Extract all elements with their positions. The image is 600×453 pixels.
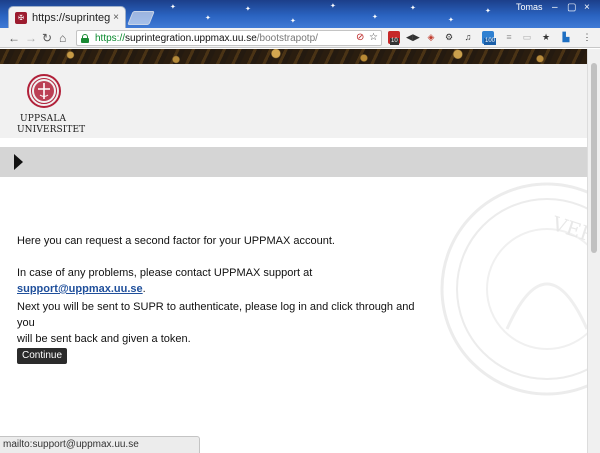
profile-name[interactable]: Tomas bbox=[516, 2, 543, 12]
support-text-suffix: . bbox=[142, 283, 146, 295]
page-scrollbar[interactable] bbox=[587, 49, 600, 453]
support-text-prefix: In case of any problems, please contact … bbox=[17, 267, 313, 279]
lines-icon[interactable]: ≡ bbox=[503, 31, 515, 44]
scrollbar-thumb[interactable] bbox=[591, 63, 597, 253]
url-host: suprintegration.uppmax.uu.se bbox=[125, 32, 257, 44]
bookmark-star-icon[interactable]: ★ bbox=[540, 31, 552, 44]
close-tab-icon[interactable]: × bbox=[113, 12, 119, 23]
extension-badge: 10 bbox=[390, 38, 399, 45]
music-icon[interactable]: ♫ bbox=[462, 31, 474, 44]
url-path: /bootstrapotp/ bbox=[256, 32, 318, 44]
forward-button[interactable]: → bbox=[25, 30, 37, 46]
address-bar[interactable]: https://suprintegration.uppmax.uu.se/boo… bbox=[76, 30, 382, 46]
url-text: https://suprintegration.uppmax.uu.se/boo… bbox=[95, 33, 318, 44]
tab-title: https://suprintegra bbox=[32, 11, 111, 24]
uppsala-seal-icon[interactable] bbox=[27, 74, 61, 108]
window-icon[interactable]: ▭ bbox=[521, 31, 533, 44]
url-scheme: https:// bbox=[95, 32, 126, 44]
star-decoration: ✦ bbox=[205, 15, 211, 22]
star-decoration: ✦ bbox=[170, 4, 176, 11]
extension-blue-icon[interactable]: 100 bbox=[482, 31, 497, 45]
support-text: In case of any problems, please contact … bbox=[17, 265, 417, 297]
minimize-icon[interactable]: – bbox=[552, 2, 558, 13]
continue-button[interactable]: Continue bbox=[17, 348, 68, 364]
star-decoration: ✦ bbox=[330, 3, 336, 10]
pocket-icon[interactable]: ◈ bbox=[425, 31, 437, 44]
lock-icon[interactable] bbox=[81, 33, 89, 43]
decorative-banner bbox=[0, 49, 587, 64]
new-tab-button[interactable] bbox=[127, 11, 155, 25]
close-window-icon[interactable]: × bbox=[584, 2, 590, 13]
site-header: UPPSALA UNIVERSITET bbox=[0, 64, 587, 138]
intro-text: Here you can request a second factor for… bbox=[17, 235, 335, 247]
reload-button[interactable]: ↻ bbox=[42, 30, 52, 46]
star-decoration: ✦ bbox=[372, 14, 378, 21]
bookmark-star-icon[interactable]: ☆ bbox=[369, 32, 378, 43]
extension-red-icon[interactable]: 10 bbox=[388, 31, 400, 45]
support-email-link[interactable]: support@uppmax.uu.se bbox=[17, 283, 143, 295]
star-decoration: ✦ bbox=[245, 6, 251, 13]
logo-text-uppsala: UPPSALA bbox=[20, 114, 67, 124]
gear-icon[interactable]: ⚙ bbox=[443, 31, 455, 44]
extension-cast-icon[interactable]: ▙ bbox=[560, 31, 572, 44]
browser-titlebar: ✦ ✦ ✦ ✦ ✦ ✦ ✦ ✦ ✦ ✠ https://suprintegra … bbox=[0, 0, 600, 28]
instructions-line-2: will be sent back and given a token. bbox=[17, 333, 191, 345]
menu-toggle-arrow-icon[interactable] bbox=[14, 154, 23, 170]
university-seal-watermark: VERITAS UPSALIENSIS bbox=[440, 182, 587, 396]
menu-bar bbox=[0, 147, 587, 177]
back-button[interactable]: ← bbox=[8, 30, 20, 46]
browser-tab[interactable]: ✠ https://suprintegra × bbox=[8, 6, 126, 28]
star-decoration: ✦ bbox=[485, 8, 491, 15]
star-decoration: ✦ bbox=[410, 5, 416, 12]
status-bar: mailto:support@uppmax.uu.se bbox=[0, 436, 200, 453]
uppsala-favicon-icon: ✠ bbox=[15, 11, 27, 24]
instructions-text: Next you will be sent to SUPR to authent… bbox=[17, 299, 417, 347]
home-button[interactable]: ⌂ bbox=[59, 30, 66, 46]
blocked-popup-icon[interactable]: ⊘ bbox=[356, 32, 364, 43]
instructions-line-1: Next you will be sent to SUPR to authent… bbox=[17, 301, 415, 329]
arrows-icon[interactable]: ◀▶ bbox=[406, 31, 420, 44]
browser-toolbar: ← → ↻ ⌂ https://suprintegration.uppmax.u… bbox=[0, 28, 600, 48]
menu-dots-icon[interactable]: ⋮ bbox=[581, 31, 593, 44]
web-page: UPPSALA UNIVERSITET VERITAS UPSALIENSIS … bbox=[0, 49, 587, 453]
star-decoration: ✦ bbox=[290, 18, 296, 25]
extension-badge: 100 bbox=[484, 38, 497, 45]
maximize-icon[interactable]: ▢ bbox=[567, 2, 576, 13]
star-decoration: ✦ bbox=[448, 17, 454, 24]
logo-text-universitet: UNIVERSITET bbox=[17, 125, 86, 135]
